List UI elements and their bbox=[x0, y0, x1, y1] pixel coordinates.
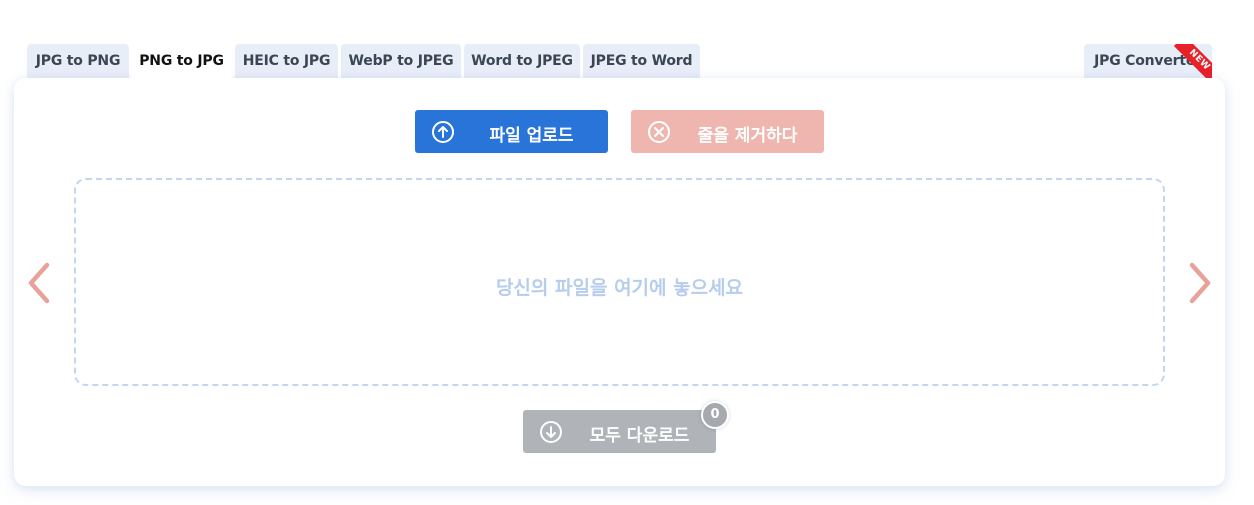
upload-button-label: 파일 업로드 bbox=[489, 126, 574, 146]
file-drop-zone[interactable]: 당신의 파일을 여기에 놓으세요 bbox=[74, 178, 1165, 386]
tab-word-to-jpeg[interactable]: Word to JPEG bbox=[464, 44, 580, 80]
tab-label: HEIC to JPG bbox=[242, 53, 331, 69]
file-count-badge: 0 bbox=[701, 401, 729, 429]
tab-png-to-jpg[interactable]: PNG to JPG bbox=[131, 44, 232, 80]
remove-rows-button[interactable]: 줄을 제거하다 bbox=[631, 110, 824, 153]
tab-webp-to-jpeg[interactable]: WebP to JPEG bbox=[341, 44, 461, 80]
chevron-left-icon[interactable] bbox=[27, 262, 53, 304]
arrow-down-circle-icon bbox=[540, 421, 562, 443]
tab-label: PNG to JPG bbox=[139, 53, 224, 69]
upload-file-button[interactable]: 파일 업로드 bbox=[415, 110, 608, 153]
tab-jpg-converter[interactable]: JPG Converter NEW bbox=[1084, 44, 1212, 80]
tab-label: JPG to PNG bbox=[35, 53, 121, 69]
tab-label: JPEG to Word bbox=[590, 53, 693, 69]
drop-zone-text: 당신의 파일을 여기에 놓으세요 bbox=[495, 277, 744, 299]
converter-card: 파일 업로드 줄을 제거하다 당신의 파일을 여기에 놓으세요 모두 다운로드 … bbox=[14, 78, 1225, 486]
tab-heic-to-jpg[interactable]: HEIC to JPG bbox=[235, 44, 338, 80]
converter-page: JPG to PNG PNG to JPG HEIC to JPG WebP t… bbox=[0, 0, 1254, 505]
x-circle-icon bbox=[648, 121, 670, 143]
remove-button-label: 줄을 제거하다 bbox=[697, 126, 798, 146]
chevron-right-icon[interactable] bbox=[1186, 262, 1212, 304]
tab-jpg-to-png[interactable]: JPG to PNG bbox=[27, 44, 129, 80]
tab-jpeg-to-word[interactable]: JPEG to Word bbox=[583, 44, 700, 80]
download-button-label: 모두 다운로드 bbox=[589, 426, 690, 446]
tab-label: WebP to JPEG bbox=[348, 53, 454, 69]
download-all-button[interactable]: 모두 다운로드 bbox=[523, 410, 716, 453]
tab-label: Word to JPEG bbox=[471, 53, 573, 69]
arrow-up-circle-icon bbox=[432, 121, 454, 143]
